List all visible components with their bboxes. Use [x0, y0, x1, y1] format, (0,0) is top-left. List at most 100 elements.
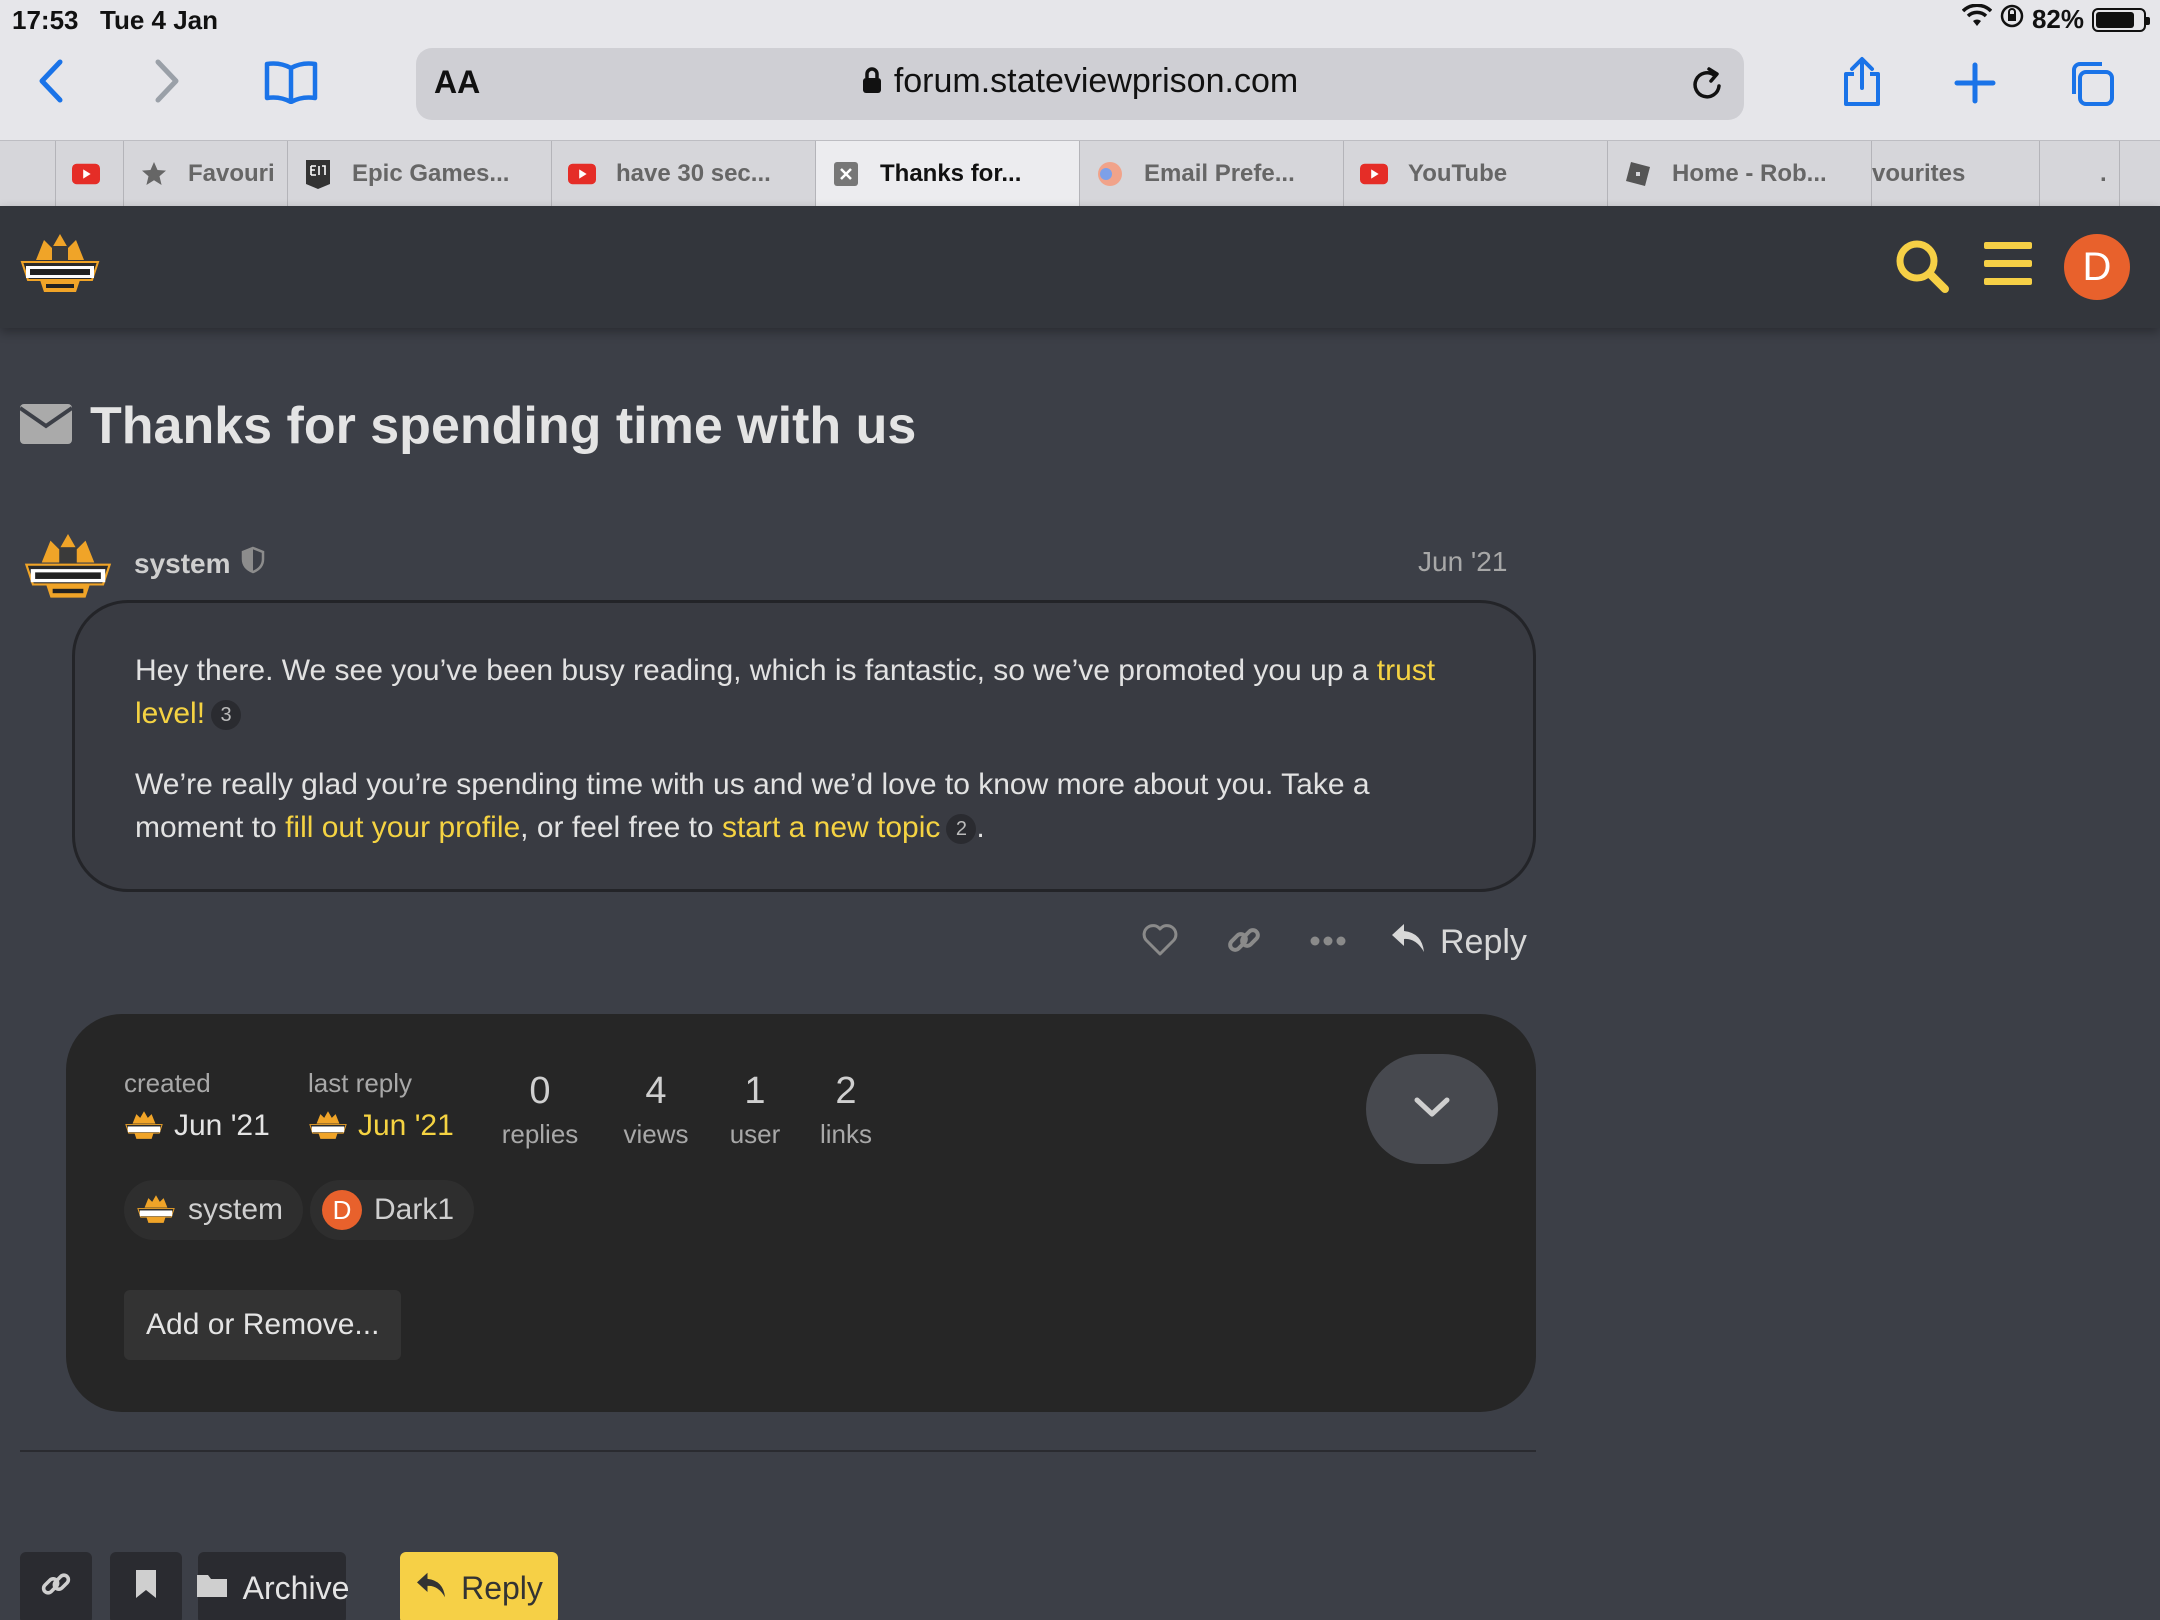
post-paragraph: We’re really glad you’re spending time w…: [135, 763, 1473, 849]
forum-header: D: [0, 206, 2160, 328]
heart-icon: [1141, 923, 1179, 962]
new-topic-link[interactable]: start a new topic: [722, 811, 940, 844]
tab-youtube-pinned[interactable]: [56, 141, 124, 207]
site-icon: [1096, 160, 1124, 188]
bookmark-icon: [134, 1568, 158, 1608]
tab-label: have 30 sec...: [616, 160, 771, 187]
tab-thanks-active[interactable]: Thanks for...: [816, 141, 1080, 207]
address-bar[interactable]: AA forum.stateviewprison.com: [416, 48, 1744, 120]
share-button[interactable]: [1840, 56, 1884, 108]
tab-video[interactable]: have 30 sec...: [552, 141, 816, 207]
status-date: Tue 4 Jan: [100, 5, 219, 35]
page-title: Thanks for spending time with us: [90, 397, 917, 455]
stat-number: 4: [645, 1070, 667, 1112]
last-reply-date[interactable]: Jun '21: [308, 1109, 454, 1143]
bookmark-button[interactable]: [110, 1552, 182, 1620]
post-author[interactable]: system: [134, 546, 265, 581]
stat-label: user: [729, 1119, 781, 1149]
archive-label: Archive: [242, 1569, 350, 1606]
last-reply-date-text: Jun '21: [358, 1109, 454, 1142]
bookmarks-button[interactable]: [264, 60, 318, 104]
post-actions: Reply: [1118, 914, 1527, 970]
reload-icon[interactable]: [1688, 64, 1726, 109]
stat-users: 1 user: [720, 1070, 790, 1150]
tab-epic-games[interactable]: Epic Games...: [288, 141, 552, 207]
stat-links[interactable]: 2 links: [806, 1070, 886, 1150]
stateview-prison-logo[interactable]: [18, 230, 102, 300]
add-remove-participants-button[interactable]: Add or Remove...: [124, 1290, 402, 1360]
star-icon: [140, 160, 168, 188]
back-button[interactable]: [36, 58, 66, 104]
participant-system[interactable]: system: [124, 1180, 304, 1240]
user-avatar[interactable]: D: [2064, 234, 2130, 300]
lock-icon: [862, 64, 882, 103]
roblox-icon: [1624, 160, 1652, 188]
close-tab-icon[interactable]: [832, 160, 860, 188]
post-author-name[interactable]: system: [134, 548, 231, 580]
tab-favourites-2[interactable]: vourites: [1872, 141, 2040, 207]
tab-label: Email Prefe...: [1144, 160, 1295, 187]
browser-chrome: 17:53 Tue 4 Jan 82% AA forum.stateviewpr…: [0, 0, 2160, 207]
tab-label: .: [2100, 160, 2107, 187]
tab-favourites[interactable]: Favouri: [124, 141, 288, 207]
search-icon[interactable]: [1894, 238, 1950, 299]
epic-games-icon: [304, 160, 332, 189]
stat-number: 0: [529, 1070, 551, 1112]
tab-email-preferences[interactable]: Email Prefe...: [1080, 141, 1344, 207]
copy-link-button[interactable]: [1202, 914, 1286, 970]
reply-icon: [415, 1570, 447, 1607]
tab-label: YouTube: [1408, 160, 1508, 187]
stat-label: replies: [501, 1119, 579, 1149]
link-click-count: 3: [211, 700, 242, 731]
chevron-down-icon: [1412, 1095, 1452, 1124]
participant-name: Dark1: [374, 1193, 455, 1226]
participant-name: system: [188, 1193, 284, 1226]
creator-avatar: [124, 1109, 164, 1143]
post-text: .: [976, 811, 985, 844]
tab-bar: Favouri Epic Games... have 30 sec... Tha…: [0, 140, 2160, 207]
reply-button[interactable]: Reply: [400, 1552, 558, 1620]
tabs-overview-button[interactable]: [2066, 60, 2116, 108]
hamburger-menu-icon[interactable]: [1984, 242, 2032, 291]
tab-label: Thanks for...: [880, 160, 1022, 187]
created-date[interactable]: Jun '21: [124, 1109, 270, 1143]
reply-label: Reply: [1440, 922, 1527, 961]
post-reply-button[interactable]: Reply: [1390, 922, 1527, 963]
new-tab-button[interactable]: [1954, 62, 1996, 104]
created-date-text: Jun '21: [174, 1109, 270, 1142]
participant-dark1[interactable]: D Dark1: [310, 1180, 475, 1240]
status-bar: 17:53 Tue 4 Jan 82%: [0, 0, 2160, 40]
url-display[interactable]: forum.stateviewprison.com: [416, 62, 1744, 103]
tab-roblox[interactable]: Home - Rob...: [1608, 141, 1872, 207]
tab-overflow[interactable]: .: [2040, 141, 2120, 207]
envelope-icon: [18, 403, 74, 449]
topic-map: created Jun '21 last reply Jun '21 0 rep…: [66, 1014, 1536, 1412]
youtube-icon: [1360, 160, 1388, 188]
post-body: Hey there. We see you’ve been busy readi…: [72, 600, 1536, 892]
archive-button[interactable]: Archive: [195, 1552, 349, 1620]
link-click-count: 2: [946, 814, 977, 845]
share-topic-button[interactable]: [20, 1552, 92, 1620]
topic-title: Thanks for spending time with us: [18, 396, 917, 456]
link-icon: [39, 1567, 73, 1609]
like-button[interactable]: [1118, 914, 1202, 970]
divider: [20, 1450, 1536, 1452]
expand-topic-map-button[interactable]: [1366, 1054, 1498, 1164]
tab-spacer: [0, 141, 56, 207]
fill-profile-link[interactable]: fill out your profile: [285, 811, 520, 844]
post-author-avatar[interactable]: [22, 528, 114, 608]
post-date[interactable]: Jun '21: [1418, 546, 1507, 578]
stat-label: links: [819, 1119, 872, 1149]
folder-icon: [195, 1570, 229, 1607]
battery-percent: 82%: [2031, 4, 2084, 34]
tab-label: Home - Rob...: [1672, 160, 1827, 187]
more-actions-button[interactable]: [1286, 914, 1370, 970]
youtube-icon: [568, 160, 596, 188]
post-paragraph: Hey there. We see you’ve been busy readi…: [135, 649, 1473, 735]
participant-avatar: D: [322, 1190, 362, 1230]
stat-number: 1: [744, 1070, 766, 1112]
battery-level: [2096, 11, 2134, 28]
forward-button[interactable]: [152, 58, 182, 104]
post-text: Hey there. We see you’ve been busy readi…: [135, 654, 1377, 687]
tab-youtube[interactable]: YouTube: [1344, 141, 1608, 207]
